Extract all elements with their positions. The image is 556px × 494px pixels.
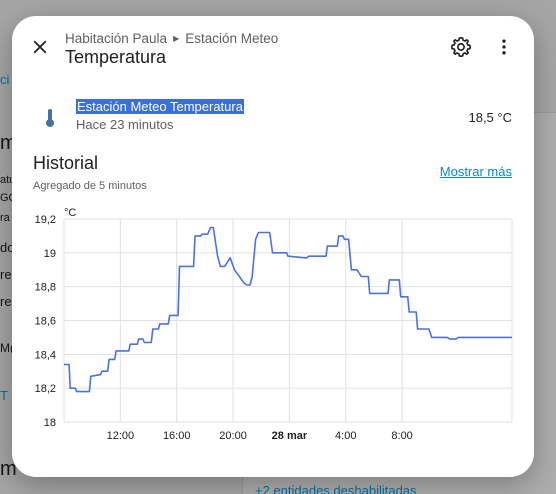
y-tick-label: 18,8 xyxy=(35,282,56,294)
entity-name[interactable]: Estación Meteo Temperatura xyxy=(76,99,244,114)
temperature-history-chart[interactable]: 18 18,2 18,4 18,6 18,8 19 19,2 12:00 16:00 20:00 2… xyxy=(12,202,534,442)
y-tick-label: 18,2 xyxy=(35,383,56,395)
y-tick-label: 18,4 xyxy=(35,349,56,361)
more-options-button[interactable] xyxy=(486,29,522,65)
breadcrumb-separator-icon: ▶ xyxy=(173,34,180,43)
thermometer-icon xyxy=(42,108,58,133)
temperature-series-line[interactable] xyxy=(64,226,512,393)
show-more-link[interactable]: Mostrar más xyxy=(440,164,512,179)
breadcrumb-area: Habitación Paula xyxy=(65,31,168,46)
history-title: Historial xyxy=(33,153,99,173)
history-subtitle: Agregado de 5 minutos xyxy=(33,180,147,192)
more-vert-icon xyxy=(502,39,506,55)
x-tick-label: 16:00 xyxy=(163,430,191,442)
y-tick-label: 18,6 xyxy=(35,316,56,328)
breadcrumb: Habitación Paula ▶ Estación Meteo xyxy=(65,31,278,46)
y-tick-label: 19,2 xyxy=(35,214,56,226)
gear-icon xyxy=(451,37,471,57)
close-button[interactable] xyxy=(22,29,58,65)
breadcrumb-device: Estación Meteo xyxy=(185,31,279,46)
x-tick-label: 4:00 xyxy=(335,430,356,442)
y-tick-label: 18 xyxy=(44,417,56,429)
entity-last-updated: Hace 23 minutos xyxy=(76,117,174,132)
settings-button[interactable] xyxy=(443,29,479,65)
x-tick-label: 28 mar xyxy=(272,430,308,442)
dialog-title: Temperatura xyxy=(65,47,167,67)
entity-state-value: 18,5 °C xyxy=(468,110,512,125)
x-tick-label: 12:00 xyxy=(107,430,135,442)
x-tick-label: 20:00 xyxy=(219,430,247,442)
y-tick-label: 19 xyxy=(44,248,56,260)
x-tick-label: 8:00 xyxy=(391,430,412,442)
y-axis-unit-label: °C xyxy=(64,207,76,219)
close-icon xyxy=(33,40,47,54)
entity-dialog: Habitación Paula ▶ Estación Meteo Temper… xyxy=(12,16,534,477)
